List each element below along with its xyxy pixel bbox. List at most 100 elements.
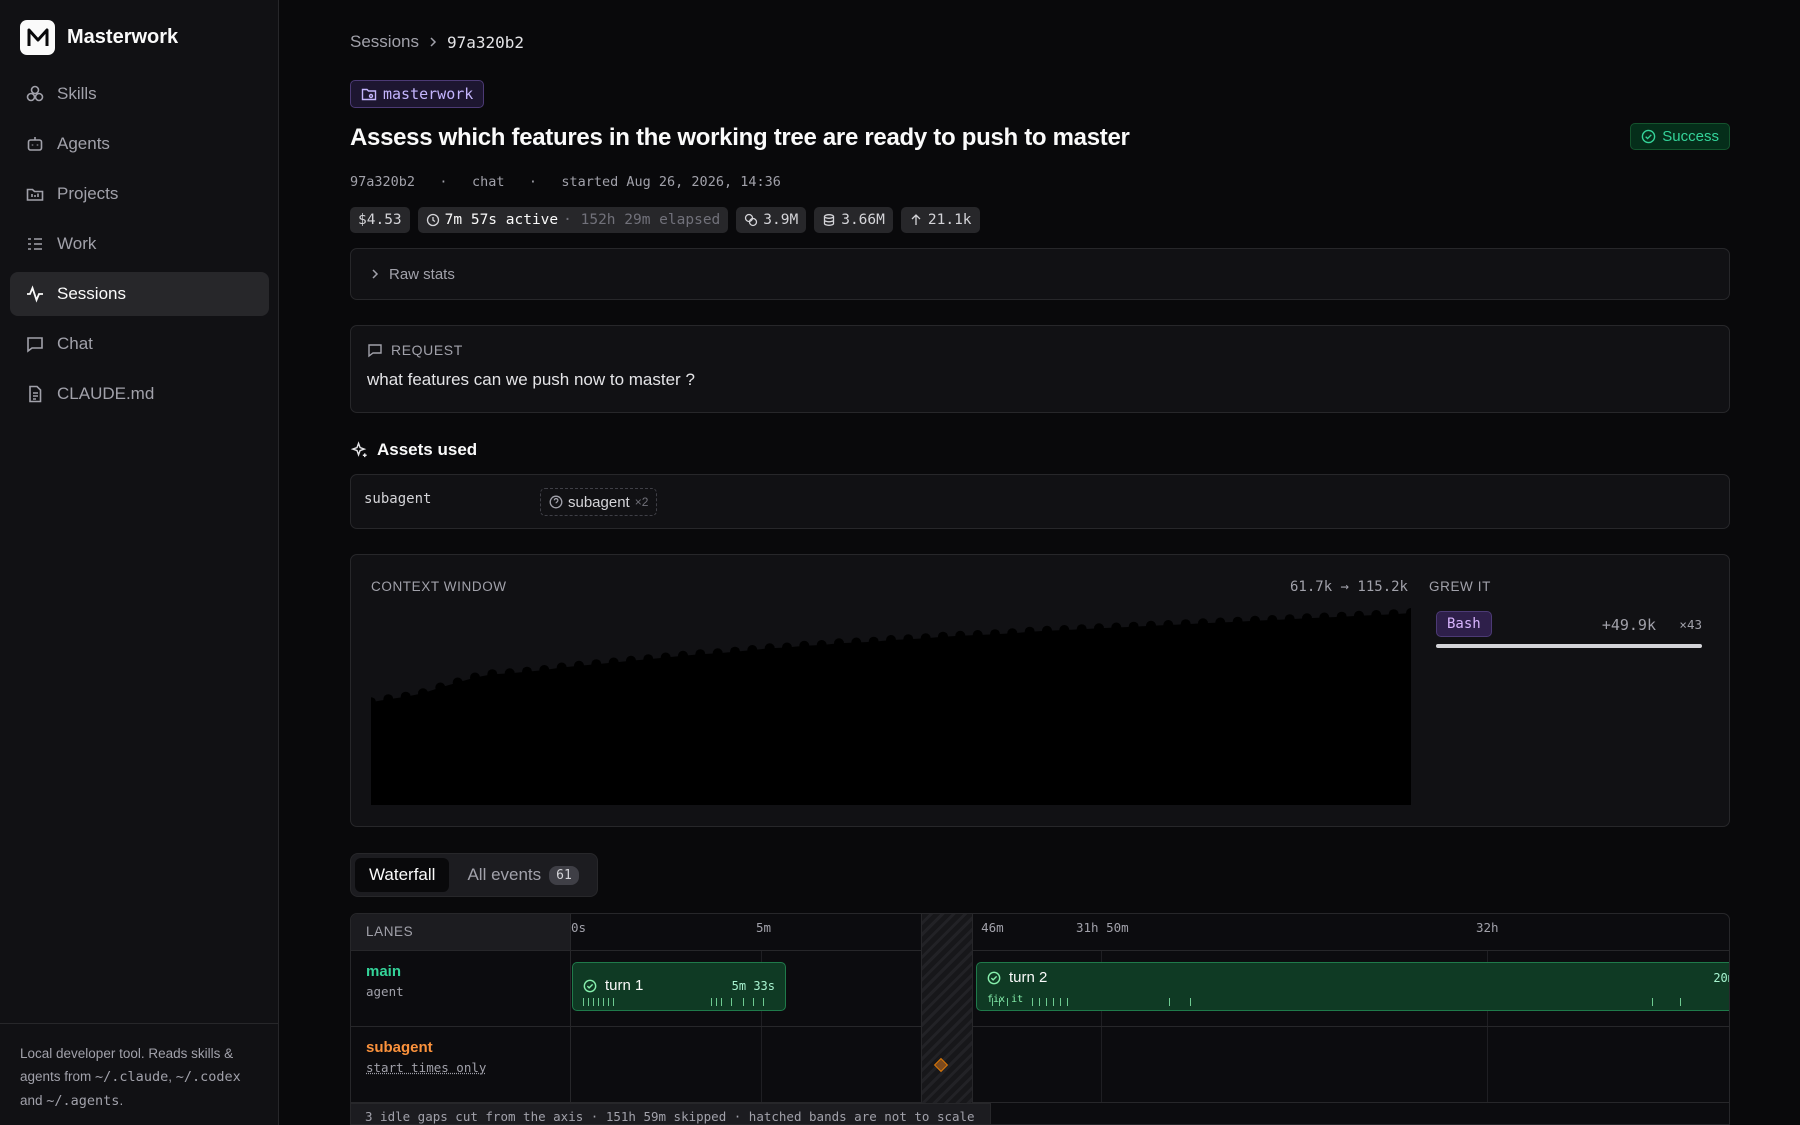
context-point <box>747 645 758 655</box>
project-name: masterwork <box>383 85 474 103</box>
context-point <box>938 631 948 642</box>
context-window-panel: CONTEXT WINDOW 61.7k → 115.2k GREW IT Ba… <box>350 554 1730 827</box>
sidebar-item-projects[interactable]: Projects <box>10 172 269 216</box>
context-point <box>1024 626 1035 637</box>
tab-label: All events <box>467 865 542 884</box>
help-circle-icon <box>549 495 563 509</box>
context-point <box>470 672 480 683</box>
raw-stats-toggle[interactable]: Raw stats <box>350 248 1730 300</box>
time-axis: 0s 5m 31h 46m 31h 50m 32h <box>571 914 1729 951</box>
cost-value: $4.53 <box>358 212 402 228</box>
lane-subagent: subagent start times only <box>351 1027 571 1103</box>
sparkles-icon <box>350 440 369 460</box>
asset-chip-subagent[interactable]: subagent ×2 <box>540 488 658 516</box>
context-point <box>1215 617 1226 628</box>
sidebar-item-claude-md[interactable]: CLAUDE.md <box>10 372 269 416</box>
elapsed-time: · 152h 29m elapsed <box>563 212 721 228</box>
event-ticks <box>987 998 1727 1006</box>
sidebar: Masterwork Skills Agents Projects Work S… <box>0 0 279 1125</box>
brand[interactable]: Masterwork <box>20 20 178 55</box>
tokens-stat: 3.9M <box>736 207 807 233</box>
context-point <box>418 688 428 699</box>
sidebar-item-label: Skills <box>57 84 97 103</box>
assets-title-text: Assets used <box>377 440 478 459</box>
assets-panel: subagent subagent ×2 <box>350 474 1730 529</box>
context-point <box>1198 618 1208 629</box>
footer-separator: and <box>20 1093 47 1108</box>
lane-main: main agent <box>351 951 571 1027</box>
cache-stat: 3.66M <box>814 207 893 233</box>
turn-bar[interactable]: turn 2 20m fix it <box>976 962 1729 1011</box>
context-point <box>591 659 602 670</box>
lanes-header: LANES <box>351 914 571 951</box>
lane-type: agent <box>366 984 404 999</box>
file-icon <box>25 384 45 404</box>
check-circle-icon <box>1641 129 1656 144</box>
session-id: 97a320b2 <box>350 174 416 190</box>
footer-end: . <box>119 1093 124 1108</box>
session-stats: $4.53 7m 57s active · 152h 29m elapsed 3… <box>350 207 980 233</box>
footer-path: ~/.claude <box>95 1069 169 1085</box>
turn-name: turn 2 <box>1009 969 1048 986</box>
context-point <box>1128 621 1139 632</box>
grew-it-row: Bash +49.9k ×43 <box>1436 611 1702 651</box>
assets-title: Assets used <box>350 440 477 460</box>
grew-share-bar <box>1436 644 1702 648</box>
output-value: 21.1k <box>927 212 972 228</box>
context-point <box>1180 619 1191 630</box>
sidebar-item-skills[interactable]: Skills <box>10 72 269 116</box>
grew-count: ×43 <box>1679 617 1702 632</box>
skills-icon <box>25 84 45 104</box>
folder-git-icon <box>361 86 377 102</box>
clock-icon <box>426 213 440 227</box>
breadcrumb: Sessions 97a320b2 <box>350 32 524 52</box>
message-icon <box>367 342 383 358</box>
duration-stat: 7m 57s active · 152h 29m elapsed <box>417 207 729 233</box>
asset-chip-count: ×2 <box>634 495 649 509</box>
context-point <box>695 649 706 660</box>
context-point <box>539 665 550 675</box>
sidebar-item-work[interactable]: Work <box>10 222 269 266</box>
tab-waterfall[interactable]: Waterfall <box>355 858 450 892</box>
status-text: Success <box>1662 128 1719 145</box>
turn-duration: 5m 33s <box>731 979 775 993</box>
sidebar-item-sessions[interactable]: Sessions <box>10 272 269 316</box>
context-point <box>920 633 931 644</box>
grew-delta: +49.9k <box>1601 616 1656 634</box>
context-point <box>1232 616 1243 627</box>
footer-path: ~/.codex <box>175 1069 241 1085</box>
sidebar-item-agents[interactable]: Agents <box>10 122 269 166</box>
context-window-chart <box>371 608 1411 805</box>
request-label: REQUEST <box>391 342 463 358</box>
axis-tick: 32h <box>1476 920 1499 935</box>
raw-stats-label: Raw stats <box>389 265 455 283</box>
lane-row-main: turn 1 5m 33s turn 2 20m fix it <box>571 951 1729 1027</box>
context-point <box>782 642 792 653</box>
breadcrumb-sessions-link[interactable]: Sessions <box>350 32 419 52</box>
context-point <box>1250 615 1260 626</box>
context-point <box>834 638 844 649</box>
database-icon <box>822 213 836 227</box>
context-point <box>972 630 983 640</box>
arrow-up-icon <box>909 213 923 227</box>
context-point <box>851 637 862 648</box>
context-point <box>452 677 463 688</box>
status-badge: Success <box>1630 123 1730 150</box>
tab-all-events[interactable]: All events 61 <box>453 858 592 892</box>
sidebar-footer: Local developer tool. Reads skills & age… <box>0 1023 279 1125</box>
output-stat: 21.1k <box>900 207 980 233</box>
turn-label: turn 2 <box>987 969 1047 986</box>
context-point <box>1371 610 1382 620</box>
list-icon <box>25 234 45 254</box>
sidebar-item-chat[interactable]: Chat <box>10 322 269 366</box>
context-point <box>435 682 446 693</box>
context-point <box>1007 628 1018 639</box>
check-circle-icon <box>583 979 597 993</box>
project-chip[interactable]: masterwork <box>350 80 485 108</box>
sidebar-nav: Skills Agents Projects Work Sessions Cha… <box>10 72 269 422</box>
turn-bar[interactable]: turn 1 5m 33s <box>572 962 786 1011</box>
context-point <box>626 655 636 666</box>
tokens-value: 3.9M <box>763 212 799 228</box>
context-point <box>799 640 810 651</box>
view-tabs: Waterfall All events 61 <box>350 853 598 897</box>
